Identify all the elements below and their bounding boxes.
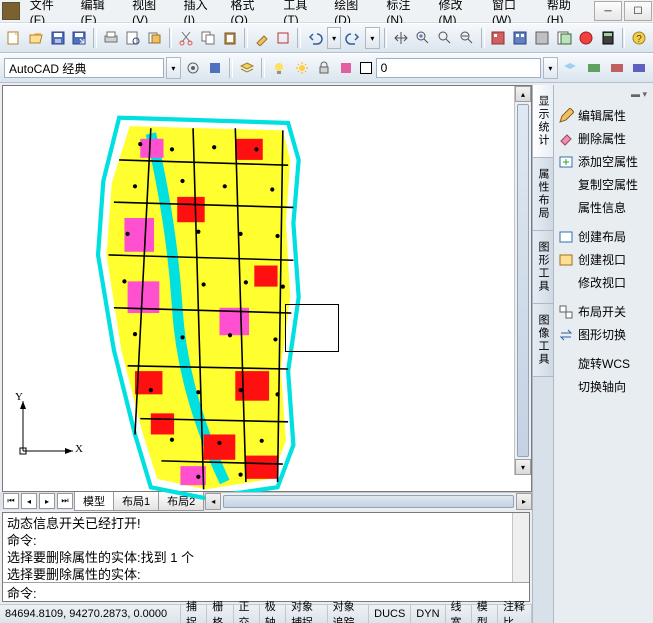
status-dyn[interactable]: DYN <box>411 605 445 623</box>
status-snap[interactable]: 捕捉 <box>181 605 207 623</box>
color-icon[interactable] <box>336 57 356 79</box>
zoom-rt-icon[interactable] <box>413 27 433 49</box>
layer-selector[interactable] <box>376 58 541 78</box>
workspace-selector[interactable] <box>4 58 164 78</box>
zoom-win-icon[interactable] <box>435 27 455 49</box>
item-rotate-wcs[interactable]: 旋转WCS <box>556 352 651 375</box>
svg-text:?: ? <box>636 34 642 45</box>
palette-tab-image[interactable]: 图像工具 <box>533 304 553 377</box>
status-ortho[interactable]: 正交 <box>234 605 260 623</box>
cmd-vscroll[interactable] <box>512 513 529 582</box>
tb-r2-icon[interactable] <box>606 57 626 79</box>
match-icon[interactable] <box>252 27 272 49</box>
add-icon <box>558 154 574 170</box>
plot-icon[interactable] <box>101 27 121 49</box>
app-icon <box>2 2 20 20</box>
item-copy-attr[interactable]: 复制空属性 <box>556 173 651 196</box>
paste-icon[interactable] <box>220 27 240 49</box>
new-icon[interactable] <box>4 27 24 49</box>
swap-icon <box>558 327 574 343</box>
dcenter-icon[interactable] <box>510 27 530 49</box>
command-window: 动态信息开关已经打开! 命令: 选择要删除属性的实体:找到 1 个 选择要删除属… <box>2 512 530 602</box>
help-icon[interactable]: ? <box>629 27 649 49</box>
status-ducs[interactable]: DUCS <box>369 605 411 623</box>
sun-icon[interactable] <box>292 57 312 79</box>
block-icon[interactable] <box>273 27 293 49</box>
pan-icon[interactable] <box>391 27 411 49</box>
item-shape-switch[interactable]: 图形切换 <box>556 323 651 346</box>
palette-menu-icon[interactable]: ▬ ▾ <box>556 89 651 104</box>
restore-button[interactable]: ☐ <box>624 1 652 21</box>
layers-icon[interactable] <box>237 57 257 79</box>
saveas-icon[interactable] <box>69 27 89 49</box>
status-osnap[interactable]: 对象捕捉 <box>286 605 328 623</box>
status-polar[interactable]: 极轴 <box>260 605 286 623</box>
item-layout-switch[interactable]: 布局开关 <box>556 300 651 323</box>
layout-icon <box>558 229 574 245</box>
item-edit-attr[interactable]: 编辑属性 <box>556 104 651 127</box>
redo-icon[interactable] <box>343 27 363 49</box>
vscrollbar[interactable]: ▴▾ <box>514 86 531 475</box>
item-create-layout[interactable]: 创建布局 <box>556 225 651 248</box>
status-bar: 84694.8109, 94270.2873, 0.0000 捕捉 栅格 正交 … <box>0 604 532 623</box>
workspace-toolbar: ▾ ▾ <box>0 53 653 83</box>
open-icon[interactable] <box>26 27 46 49</box>
markup-icon[interactable] <box>576 27 596 49</box>
tool-palette: 显示统计 属性布局 图形工具 图像工具 ▬ ▾ 编辑属性 删除属性 添加空属性 … <box>532 85 653 623</box>
hscrollbar[interactable]: ◂▸ <box>205 492 532 510</box>
bulb-icon[interactable] <box>269 57 289 79</box>
pencil-icon <box>558 108 574 124</box>
tb-r3-icon[interactable] <box>629 57 649 79</box>
palette-tab-shape[interactable]: 图形工具 <box>533 231 553 304</box>
redo-dropdown[interactable]: ▾ <box>365 27 379 49</box>
save-icon[interactable] <box>48 27 68 49</box>
item-del-attr[interactable]: 删除属性 <box>556 127 651 150</box>
undo-icon[interactable] <box>305 27 325 49</box>
status-otrack[interactable]: 对象追踪 <box>328 605 370 623</box>
ucs-y-label: Y <box>15 391 23 403</box>
item-info-attr[interactable]: 属性信息 <box>556 196 651 219</box>
tb-r1-icon[interactable] <box>584 57 604 79</box>
layer-dropdown[interactable]: ▾ <box>543 57 558 79</box>
minimize-button[interactable]: ─ <box>594 1 622 21</box>
ucs-x-label: X <box>75 443 83 455</box>
ws-settings-icon[interactable] <box>183 57 203 79</box>
drawing-area[interactable]: Y X ▴▾ <box>2 85 532 492</box>
erase-icon <box>558 131 574 147</box>
viewport-icon <box>558 252 574 268</box>
item-mod-vp[interactable]: 修改视口 <box>556 271 651 294</box>
command-history[interactable]: 动态信息开关已经打开! 命令: 选择要删除属性的实体:找到 1 个 选择要删除属… <box>3 513 512 582</box>
zoom-prev-icon[interactable] <box>457 27 477 49</box>
selection-box <box>285 304 339 352</box>
lock-icon[interactable] <box>314 57 334 79</box>
undo-dropdown[interactable]: ▾ <box>327 27 341 49</box>
status-model[interactable]: 模型 <box>472 605 498 623</box>
toolpal-icon[interactable] <box>532 27 552 49</box>
copy-icon[interactable] <box>198 27 218 49</box>
item-add-attr[interactable]: 添加空属性 <box>556 150 651 173</box>
menu-bar: 文件(F) 编辑(E) 视图(V) 插入(I) 格式(O) 工具(T) 绘图(D… <box>0 0 653 23</box>
preview-icon[interactable] <box>123 27 143 49</box>
status-annoscale[interactable]: 注释比 <box>498 605 532 623</box>
ucs-icon: Y X <box>13 391 83 461</box>
calc-icon[interactable] <box>598 27 618 49</box>
layer-color-swatch <box>360 62 371 74</box>
item-switch-axis[interactable]: 切换轴向 <box>556 375 651 398</box>
publish-icon[interactable] <box>145 27 165 49</box>
palette-tab-stats[interactable]: 显示统计 <box>533 85 553 158</box>
switch-icon <box>558 304 574 320</box>
item-create-vp[interactable]: 创建视口 <box>556 248 651 271</box>
cut-icon[interactable] <box>176 27 196 49</box>
ws-save-icon[interactable] <box>205 57 225 79</box>
standard-toolbar: ▾ ▾ ? <box>0 23 653 53</box>
properties-icon[interactable] <box>489 27 509 49</box>
sheetset-icon[interactable] <box>554 27 574 49</box>
palette-tab-layout[interactable]: 属性布局 <box>533 158 553 231</box>
status-lwt[interactable]: 线宽 <box>446 605 472 623</box>
workspace-dropdown[interactable]: ▾ <box>166 57 181 79</box>
layer-prev-icon[interactable] <box>560 57 580 79</box>
coords-readout: 84694.8109, 94270.2873, 0.0000 <box>0 605 181 623</box>
status-grid[interactable]: 栅格 <box>207 605 233 623</box>
